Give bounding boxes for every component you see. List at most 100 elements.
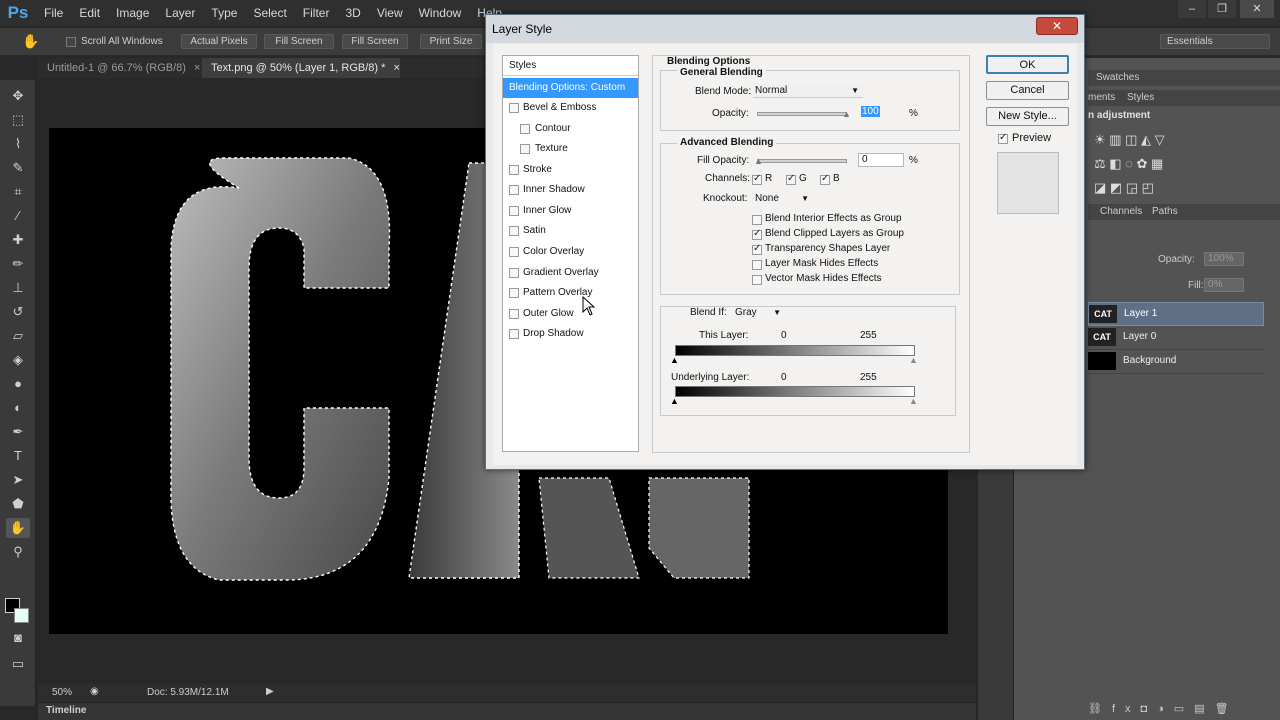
slider-handle-icon[interactable]: ▲ [842,109,851,119]
transparency-shapes-checkbox[interactable] [752,243,762,255]
style-checkbox[interactable] [509,103,519,113]
blend-interior-checkbox[interactable] [752,215,762,225]
paths-tab[interactable]: Paths [1152,206,1178,217]
scroll-all-checkbox[interactable] [66,37,76,47]
blend-clipped-checkbox[interactable] [752,228,762,240]
close-tab-icon[interactable]: × [393,62,399,74]
quick-select-tool-icon[interactable]: ✎ [6,158,30,178]
move-tool-icon[interactable]: ✥ [6,86,30,106]
quick-mask-icon[interactable]: ◙ [6,628,30,648]
crop-tool-icon[interactable]: ⌗ [6,182,30,202]
style-contour[interactable]: Contour [503,119,638,139]
menu-filter[interactable]: Filter [295,0,338,26]
style-checkbox[interactable] [509,206,519,216]
menu-edit[interactable]: Edit [71,0,108,26]
style-checkbox[interactable] [509,226,519,236]
actual-pixels-button[interactable]: Actual Pixels [181,34,257,49]
vector-mask-hides-checkbox[interactable] [752,275,762,285]
menu-file[interactable]: File [36,0,71,26]
style-satin[interactable]: Satin [503,221,638,241]
style-stroke[interactable]: Stroke [503,160,638,180]
marquee-tool-icon[interactable]: ⬚ [6,110,30,130]
close-tab-icon[interactable]: × [194,62,200,74]
style-texture[interactable]: Texture [503,139,638,159]
style-checkbox[interactable] [509,268,519,278]
menu-view[interactable]: View [369,0,411,26]
hand-tool-icon[interactable]: ✋ [6,518,30,538]
menu-layer[interactable]: Layer [157,0,203,26]
style-checkbox[interactable] [509,309,519,319]
slider-handle-icon[interactable]: ▲ [670,396,679,406]
stamp-tool-icon[interactable]: ⊥ [6,278,30,298]
workspace-select[interactable]: Essentials [1160,34,1270,49]
background-color-swatch[interactable] [14,608,29,623]
eyedropper-tool-icon[interactable]: ⁄ [6,206,30,226]
style-checkbox[interactable] [509,247,519,257]
style-checkbox[interactable] [520,124,530,134]
screen-mode-icon[interactable]: ▭ [6,654,30,674]
layer-row-background[interactable]: Background [1088,350,1264,374]
fill-opacity-field[interactable]: 0 [858,153,904,167]
style-checkbox[interactable] [509,185,519,195]
slider-handle-icon[interactable]: ▲ [754,156,763,166]
slider-handle-icon[interactable]: ▲ [909,396,918,406]
menu-type[interactable]: Type [203,0,245,26]
tab-text-png[interactable]: Text.png @ 50% (Layer 1, RGB/8) * × [202,58,400,78]
healing-tool-icon[interactable]: ✚ [6,230,30,250]
paint-bucket-icon[interactable]: ◈ [6,350,30,370]
eraser-tool-icon[interactable]: ▱ [6,326,30,346]
ok-button[interactable]: OK [986,55,1069,74]
zoom-level[interactable]: 50% [52,687,72,698]
minimize-button[interactable]: – [1178,0,1206,18]
adjustment-icons[interactable]: ☀ ▥ ◫ ◭ ▽ ⚖ ◧ ◌ ✿ ▦ ◪ ◩ ◲ ◰ [1094,128,1224,195]
menu-window[interactable]: Window [411,0,470,26]
dialog-close-button[interactable]: ✕ [1036,17,1078,35]
brush-tool-icon[interactable]: ✏ [6,254,30,274]
restore-button[interactable]: ❐ [1208,0,1236,18]
type-tool-icon[interactable]: T [6,446,30,466]
fill-opacity-slider[interactable]: ▲ [754,156,847,166]
history-brush-icon[interactable]: ↺ [6,302,30,322]
slider-handle-icon[interactable]: ▲ [909,355,918,365]
blend-mode-select[interactable]: Normal ▼ [753,84,863,98]
layer-actions-icons[interactable]: ⛓fx◘◑▭▤🗑 [1088,702,1264,718]
style-outer-glow[interactable]: Outer Glow [503,304,638,324]
opacity-slider[interactable]: ▲ [757,109,851,119]
fill-screen-button[interactable]: Fill Screen [264,34,334,49]
style-pattern-overlay[interactable]: Pattern Overlay [503,283,638,303]
blend-if-select[interactable]: Gray ▼ [733,306,783,320]
channels-tab[interactable]: Channels [1100,206,1142,217]
style-drop-shadow[interactable]: Drop Shadow [503,324,638,344]
style-checkbox[interactable] [509,165,519,175]
status-icon[interactable]: ◉ [90,686,99,697]
style-blending-options[interactable]: Blending Options: Custom [503,78,638,98]
timeline-tab[interactable]: Timeline [46,705,86,716]
menu-3d[interactable]: 3D [337,0,368,26]
styles-tab[interactable]: Styles [1127,92,1154,103]
style-color-overlay[interactable]: Color Overlay [503,242,638,262]
style-inner-glow[interactable]: Inner Glow [503,201,638,221]
layer-fill-field[interactable]: 0% [1204,278,1244,292]
this-layer-gradient-slider[interactable] [675,345,915,356]
adjustments-tab[interactable]: ments [1088,92,1115,103]
knockout-select[interactable]: None ▼ [753,192,813,206]
shape-tool-icon[interactable]: ⬟ [6,494,30,514]
path-select-icon[interactable]: ➤ [6,470,30,490]
layer-mask-hides-checkbox[interactable] [752,260,762,270]
tab-untitled[interactable]: Untitled-1 @ 66.7% (RGB/8) × [38,58,202,78]
close-window-button[interactable]: ✕ [1240,0,1274,18]
layer-opacity-field[interactable]: 100% [1204,252,1244,266]
lasso-tool-icon[interactable]: ⌇ [6,134,30,154]
style-checkbox[interactable] [509,329,519,339]
status-arrow-icon[interactable]: ▶ [266,686,274,697]
slider-handle-icon[interactable]: ▲ [670,355,679,365]
style-inner-shadow[interactable]: Inner Shadow [503,180,638,200]
channel-r-checkbox[interactable] [752,173,762,185]
pen-tool-icon[interactable]: ✒ [6,422,30,442]
menu-image[interactable]: Image [108,0,157,26]
menu-select[interactable]: Select [245,0,294,26]
layer-row-layer0[interactable]: CAT Layer 0 [1088,326,1264,350]
blur-tool-icon[interactable]: ● [6,374,30,394]
channel-b-checkbox[interactable] [820,173,830,185]
layer-row-layer1[interactable]: CAT Layer 1 [1088,302,1264,326]
